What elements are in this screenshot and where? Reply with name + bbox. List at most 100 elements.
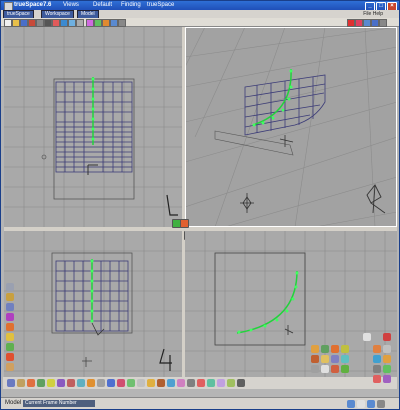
extrude-icon[interactable] bbox=[197, 379, 205, 387]
viewport-front[interactable] bbox=[4, 27, 182, 227]
group-icon[interactable] bbox=[127, 379, 135, 387]
right-object-palette bbox=[307, 331, 397, 387]
open-icon[interactable] bbox=[12, 19, 20, 27]
render-icon[interactable] bbox=[217, 379, 225, 387]
paint-object-icon[interactable] bbox=[331, 365, 339, 373]
frame-end-icon[interactable] bbox=[377, 400, 385, 408]
title-menu-default[interactable]: Default bbox=[93, 2, 112, 8]
status-label: Model bbox=[5, 400, 22, 406]
grid-icon[interactable] bbox=[94, 19, 102, 27]
spline-icon[interactable] bbox=[97, 379, 105, 387]
light-tool-icon[interactable] bbox=[6, 333, 14, 341]
fit-icon[interactable] bbox=[383, 355, 391, 363]
stop-icon[interactable] bbox=[52, 19, 60, 27]
camera-icon[interactable] bbox=[110, 19, 118, 27]
ortho-icon[interactable] bbox=[383, 365, 391, 373]
shader-icon[interactable] bbox=[331, 345, 339, 353]
title-menu-truespace[interactable]: trueSpace bbox=[147, 2, 174, 8]
redo-icon[interactable] bbox=[60, 19, 68, 27]
window-title: trueSpace7.6 bbox=[14, 2, 52, 8]
rotate-tool-icon[interactable] bbox=[6, 303, 14, 311]
torus-icon[interactable] bbox=[47, 379, 55, 387]
play-icon[interactable] bbox=[36, 19, 44, 27]
text-icon[interactable] bbox=[67, 379, 75, 387]
light-marker bbox=[82, 357, 92, 367]
view-icon[interactable] bbox=[363, 19, 371, 27]
viewport-top[interactable] bbox=[4, 231, 182, 377]
paint-tool-icon[interactable] bbox=[6, 323, 14, 331]
render-icon[interactable] bbox=[118, 19, 126, 27]
paint-face-icon[interactable] bbox=[321, 365, 329, 373]
light-icon[interactable] bbox=[102, 19, 110, 27]
sphere-icon[interactable] bbox=[7, 379, 15, 387]
reflect-icon[interactable] bbox=[311, 355, 319, 363]
delete-icon[interactable] bbox=[383, 333, 391, 341]
inspect-icon[interactable] bbox=[341, 365, 349, 373]
orbit-icon[interactable] bbox=[373, 355, 381, 363]
title-menu-views[interactable]: Views bbox=[63, 2, 79, 8]
light-icon[interactable] bbox=[77, 379, 85, 387]
frame-prev-icon[interactable] bbox=[347, 400, 355, 408]
view-reset-icon[interactable] bbox=[363, 333, 371, 341]
color-icon[interactable] bbox=[331, 355, 339, 363]
solid-icon[interactable] bbox=[383, 375, 391, 383]
smooth-icon[interactable] bbox=[207, 379, 215, 387]
record-icon[interactable] bbox=[28, 19, 36, 27]
axis-gizmo[interactable] bbox=[87, 164, 98, 175]
texture-icon[interactable] bbox=[321, 345, 329, 353]
help-menu[interactable]: File Help bbox=[363, 11, 383, 17]
z-icon[interactable] bbox=[355, 19, 363, 27]
new-icon[interactable] bbox=[4, 19, 12, 27]
frame-play-icon[interactable] bbox=[357, 400, 365, 408]
record-icon[interactable] bbox=[237, 379, 245, 387]
undo-icon[interactable] bbox=[44, 19, 52, 27]
subdivide-icon[interactable] bbox=[177, 379, 185, 387]
glow-icon[interactable] bbox=[341, 355, 349, 363]
bevel-icon[interactable] bbox=[187, 379, 195, 387]
animate-icon[interactable] bbox=[227, 379, 235, 387]
cube-icon[interactable] bbox=[17, 379, 25, 387]
help-icon[interactable] bbox=[68, 19, 76, 27]
sweep-icon[interactable] bbox=[117, 379, 125, 387]
bump-icon[interactable] bbox=[341, 345, 349, 353]
main-toolbar bbox=[1, 18, 399, 27]
settings-icon[interactable] bbox=[379, 19, 387, 27]
transparency-icon[interactable] bbox=[321, 355, 329, 363]
tool-icon[interactable] bbox=[76, 19, 84, 27]
red-x-icon[interactable] bbox=[347, 19, 355, 27]
viewport-perspective[interactable] bbox=[185, 27, 397, 227]
select-tool-icon[interactable] bbox=[6, 283, 14, 291]
wire-icon[interactable] bbox=[373, 375, 381, 383]
uv-icon[interactable] bbox=[311, 365, 319, 373]
cylinder-icon[interactable] bbox=[27, 379, 35, 387]
lathe-icon[interactable] bbox=[107, 379, 115, 387]
cone-icon[interactable] bbox=[37, 379, 45, 387]
scale-tool-icon[interactable] bbox=[6, 313, 14, 321]
perspective-grid bbox=[185, 27, 397, 227]
zoom-icon[interactable] bbox=[373, 345, 381, 353]
pan-icon[interactable] bbox=[383, 345, 391, 353]
glue-icon[interactable] bbox=[147, 379, 155, 387]
plane-icon[interactable] bbox=[57, 379, 65, 387]
ungroup-icon[interactable] bbox=[137, 379, 145, 387]
boolean-tool-icon[interactable] bbox=[6, 353, 14, 361]
material-tool-icon[interactable] bbox=[6, 363, 14, 371]
frame-next-icon[interactable] bbox=[367, 400, 375, 408]
deform-tool-icon[interactable] bbox=[6, 343, 14, 351]
mirror-icon[interactable] bbox=[157, 379, 165, 387]
camera-icon[interactable] bbox=[87, 379, 95, 387]
spline-curve[interactable] bbox=[236, 270, 298, 334]
array-icon[interactable] bbox=[167, 379, 175, 387]
paint-icon[interactable] bbox=[86, 19, 94, 27]
perspective-view-canvas bbox=[185, 27, 397, 227]
frame-number-field[interactable]: Current Frame Number bbox=[23, 400, 95, 407]
save-icon[interactable] bbox=[20, 19, 28, 27]
layout-icon[interactable] bbox=[371, 19, 379, 27]
light-icon[interactable] bbox=[180, 219, 189, 228]
material-icon[interactable] bbox=[311, 345, 319, 353]
axis-gizmo[interactable] bbox=[279, 135, 294, 147]
move-tool-icon[interactable] bbox=[6, 293, 14, 301]
axis-gizmo[interactable] bbox=[284, 325, 294, 335]
perspective-icon[interactable] bbox=[373, 365, 381, 373]
title-menu-finding[interactable]: Finding bbox=[121, 2, 141, 8]
